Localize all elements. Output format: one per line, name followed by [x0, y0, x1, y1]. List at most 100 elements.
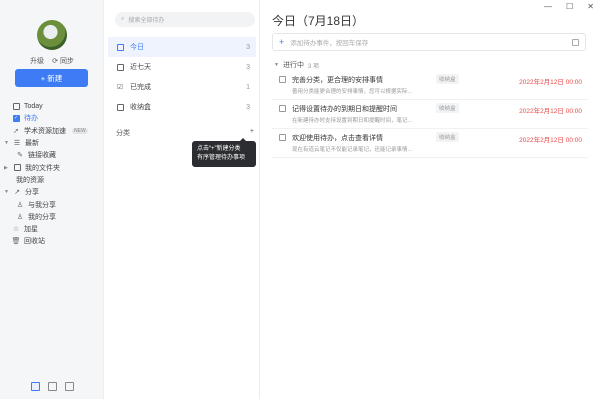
- calendar-icon[interactable]: [572, 38, 579, 46]
- rocket-icon: ➚: [13, 127, 19, 135]
- filter-week[interactable]: 近七天 3: [108, 57, 256, 77]
- task-description: 在新建待办时支持设置到期日和提醒时间，笔记...: [292, 118, 413, 124]
- page-title: 今日（7月18日）: [272, 14, 365, 28]
- sidebar-item-share[interactable]: ▼ ↗ 分享: [0, 186, 104, 198]
- search-input[interactable]: ⌕ 搜索全部待办: [115, 12, 255, 27]
- window-controls: — ☐ ✕: [544, 2, 594, 11]
- group-header-in-progress[interactable]: ▼ 进行中 3 项: [274, 60, 319, 70]
- task-tag: 收纳盒: [436, 103, 459, 113]
- sidebar-item-latest[interactable]: ▼ ☰ 最新: [0, 137, 104, 149]
- minimize-icon[interactable]: —: [544, 2, 552, 11]
- tooltip-line: 点击“+”新建分类: [197, 146, 241, 152]
- sidebar-item-label: 学术资源加速: [24, 127, 66, 135]
- sync-label: 同步: [59, 58, 74, 65]
- checkbox-icon: ☑: [116, 84, 124, 91]
- trash-icon: 🗑: [11, 238, 21, 246]
- sidebar-item-label: 加星: [24, 226, 38, 234]
- chevron-down-icon: ▼: [274, 62, 279, 68]
- sidebar-item-label: 分享: [25, 189, 39, 197]
- chevron-down-icon[interactable]: ▼: [4, 140, 9, 146]
- star-icon: ☆: [12, 226, 20, 234]
- sidebar-item-resources[interactable]: 我的资源: [0, 174, 104, 186]
- filter-label: 收纳盒: [130, 104, 151, 111]
- filter-inbox[interactable]: 收纳盒 3: [108, 97, 256, 117]
- chevron-right-icon[interactable]: ▶: [4, 165, 9, 171]
- task-list: 完善分类，更合理的安排事情 善用分类能更合理的安排事情，您可以根据实际... 收…: [272, 71, 588, 158]
- task-checkbox[interactable]: [279, 105, 286, 112]
- user-icon: ♙: [16, 201, 24, 209]
- checkbox-icon: ✓: [12, 114, 20, 122]
- task-description: 现在有道云笔记不仅能记录笔记，还能记录事情...: [292, 147, 413, 153]
- maximize-icon[interactable]: ☐: [566, 2, 573, 11]
- sidebar-item-links[interactable]: ✎ 链接收藏: [0, 149, 104, 161]
- filter-count: 3: [246, 43, 250, 51]
- sidebar-item-label: 回收站: [24, 238, 45, 246]
- share-icon: ↗: [14, 189, 20, 197]
- left-sidebar: 升级 ⟳ 同步 + 新建 Today ✓ 待办 ➚ 学术资源加速 NEW ▼ ☰…: [0, 0, 104, 399]
- close-icon[interactable]: ✕: [587, 2, 594, 11]
- filter-label: 近七天: [130, 64, 151, 71]
- sync-button[interactable]: ⟳ 同步: [52, 56, 74, 66]
- filter-label: 已完成: [130, 84, 151, 91]
- task-title: 完善分类，更合理的安排事情: [292, 77, 383, 84]
- folder-icon: [13, 164, 21, 172]
- add-category-button[interactable]: +: [250, 128, 254, 138]
- task-row[interactable]: 记得设置待办的到期日和提醒时间 在新建待办时支持设置到期日和提醒时间，笔记...…: [272, 100, 588, 129]
- todo-list-panel: ⌕ 搜索全部待办 今日 3 近七天 3 ☑ 已完成 1 收纳盒 3 分类 +: [104, 0, 260, 399]
- sidebar-item-label: 链接收藏: [28, 152, 56, 160]
- calendar-icon: [12, 102, 20, 110]
- upgrade-link[interactable]: 升级: [30, 56, 44, 66]
- group-label: 进行中: [282, 62, 304, 69]
- app-window: 升级 ⟳ 同步 + 新建 Today ✓ 待办 ➚ 学术资源加速 NEW ▼ ☰…: [0, 0, 600, 399]
- avatar[interactable]: [37, 20, 67, 50]
- two-column-view-icon[interactable]: [47, 382, 57, 391]
- inbox-icon: [116, 103, 124, 111]
- todo-filter-list: 今日 3 近七天 3 ☑ 已完成 1 收纳盒 3: [108, 37, 256, 117]
- filter-today[interactable]: 今日 3: [108, 37, 256, 57]
- view-switcher: [0, 382, 104, 391]
- add-todo-input[interactable]: + 添加待办事件，按回车保存: [272, 33, 586, 51]
- add-todo-placeholder: 添加待办事件，按回车保存: [290, 40, 369, 47]
- group-count: 3 项: [307, 63, 319, 70]
- chevron-down-icon[interactable]: ▼: [4, 189, 9, 195]
- task-due-date: 2022年2月12日 00:00: [519, 137, 582, 144]
- sidebar-item-trash[interactable]: 🗑 回收站: [0, 235, 104, 247]
- task-checkbox[interactable]: [279, 76, 286, 83]
- task-checkbox[interactable]: [279, 134, 286, 141]
- category-header: 分类 +: [116, 128, 254, 138]
- sidebar-item-label: Today: [24, 102, 43, 110]
- task-title: 欢迎使用待办，点击查看详情: [292, 135, 383, 142]
- sidebar-item-label: 待办: [24, 115, 38, 123]
- sidebar-item-academic[interactable]: ➚ 学术资源加速 NEW: [0, 125, 104, 137]
- sidebar-item-my-shares[interactable]: ♙ 我的分享: [0, 211, 104, 223]
- sidebar-item-label: 与我分享: [28, 201, 56, 209]
- single-column-view-icon[interactable]: [64, 382, 74, 391]
- task-title: 记得设置待办的到期日和提醒时间: [292, 106, 397, 113]
- sync-icon: ⟳: [52, 58, 58, 65]
- link-icon: ✎: [17, 152, 23, 160]
- filter-count: 3: [246, 103, 250, 111]
- task-tag: 收纳盒: [436, 74, 459, 84]
- three-column-view-icon[interactable]: [30, 382, 40, 391]
- sidebar-item-shared-with-me[interactable]: ♙ 与我分享: [0, 198, 104, 210]
- task-due-date: 2022年2月12日 00:00: [519, 108, 582, 115]
- sidebar-item-todo[interactable]: ✓ 待办: [0, 112, 104, 124]
- sidebar-nav: Today ✓ 待办 ➚ 学术资源加速 NEW ▼ ☰ 最新 ✎ 链接收藏 ▶: [0, 100, 104, 248]
- task-row[interactable]: 完善分类，更合理的安排事情 善用分类能更合理的安排事情，您可以根据实际... 收…: [272, 71, 588, 100]
- sidebar-item-folders[interactable]: ▶ 我的文件夹: [0, 161, 104, 173]
- new-button[interactable]: + 新建: [15, 69, 88, 87]
- calendar-icon: [116, 43, 124, 51]
- sidebar-item-today[interactable]: Today: [0, 100, 104, 112]
- account-actions: 升级 ⟳ 同步: [0, 56, 104, 66]
- main-panel: — ☐ ✕ 今日（7月18日） + 添加待办事件，按回车保存 ▼ 进行中 3 项…: [260, 0, 600, 399]
- tooltip-line: 有序管理待办事项: [197, 155, 246, 161]
- sidebar-item-label: 我的资源: [16, 176, 44, 184]
- user-icon: ♙: [16, 213, 24, 221]
- sidebar-item-label: 我的分享: [28, 213, 56, 221]
- calendar-icon: [116, 63, 124, 71]
- sidebar-item-starred[interactable]: ☆ 加星: [0, 223, 104, 235]
- filter-completed[interactable]: ☑ 已完成 1: [108, 77, 256, 97]
- plus-icon: +: [279, 37, 285, 47]
- add-category-tooltip: 点击“+”新建分类 有序管理待办事项: [192, 138, 256, 167]
- task-row[interactable]: 欢迎使用待办，点击查看详情 现在有道云笔记不仅能记录笔记，还能记录事情... 收…: [272, 129, 588, 158]
